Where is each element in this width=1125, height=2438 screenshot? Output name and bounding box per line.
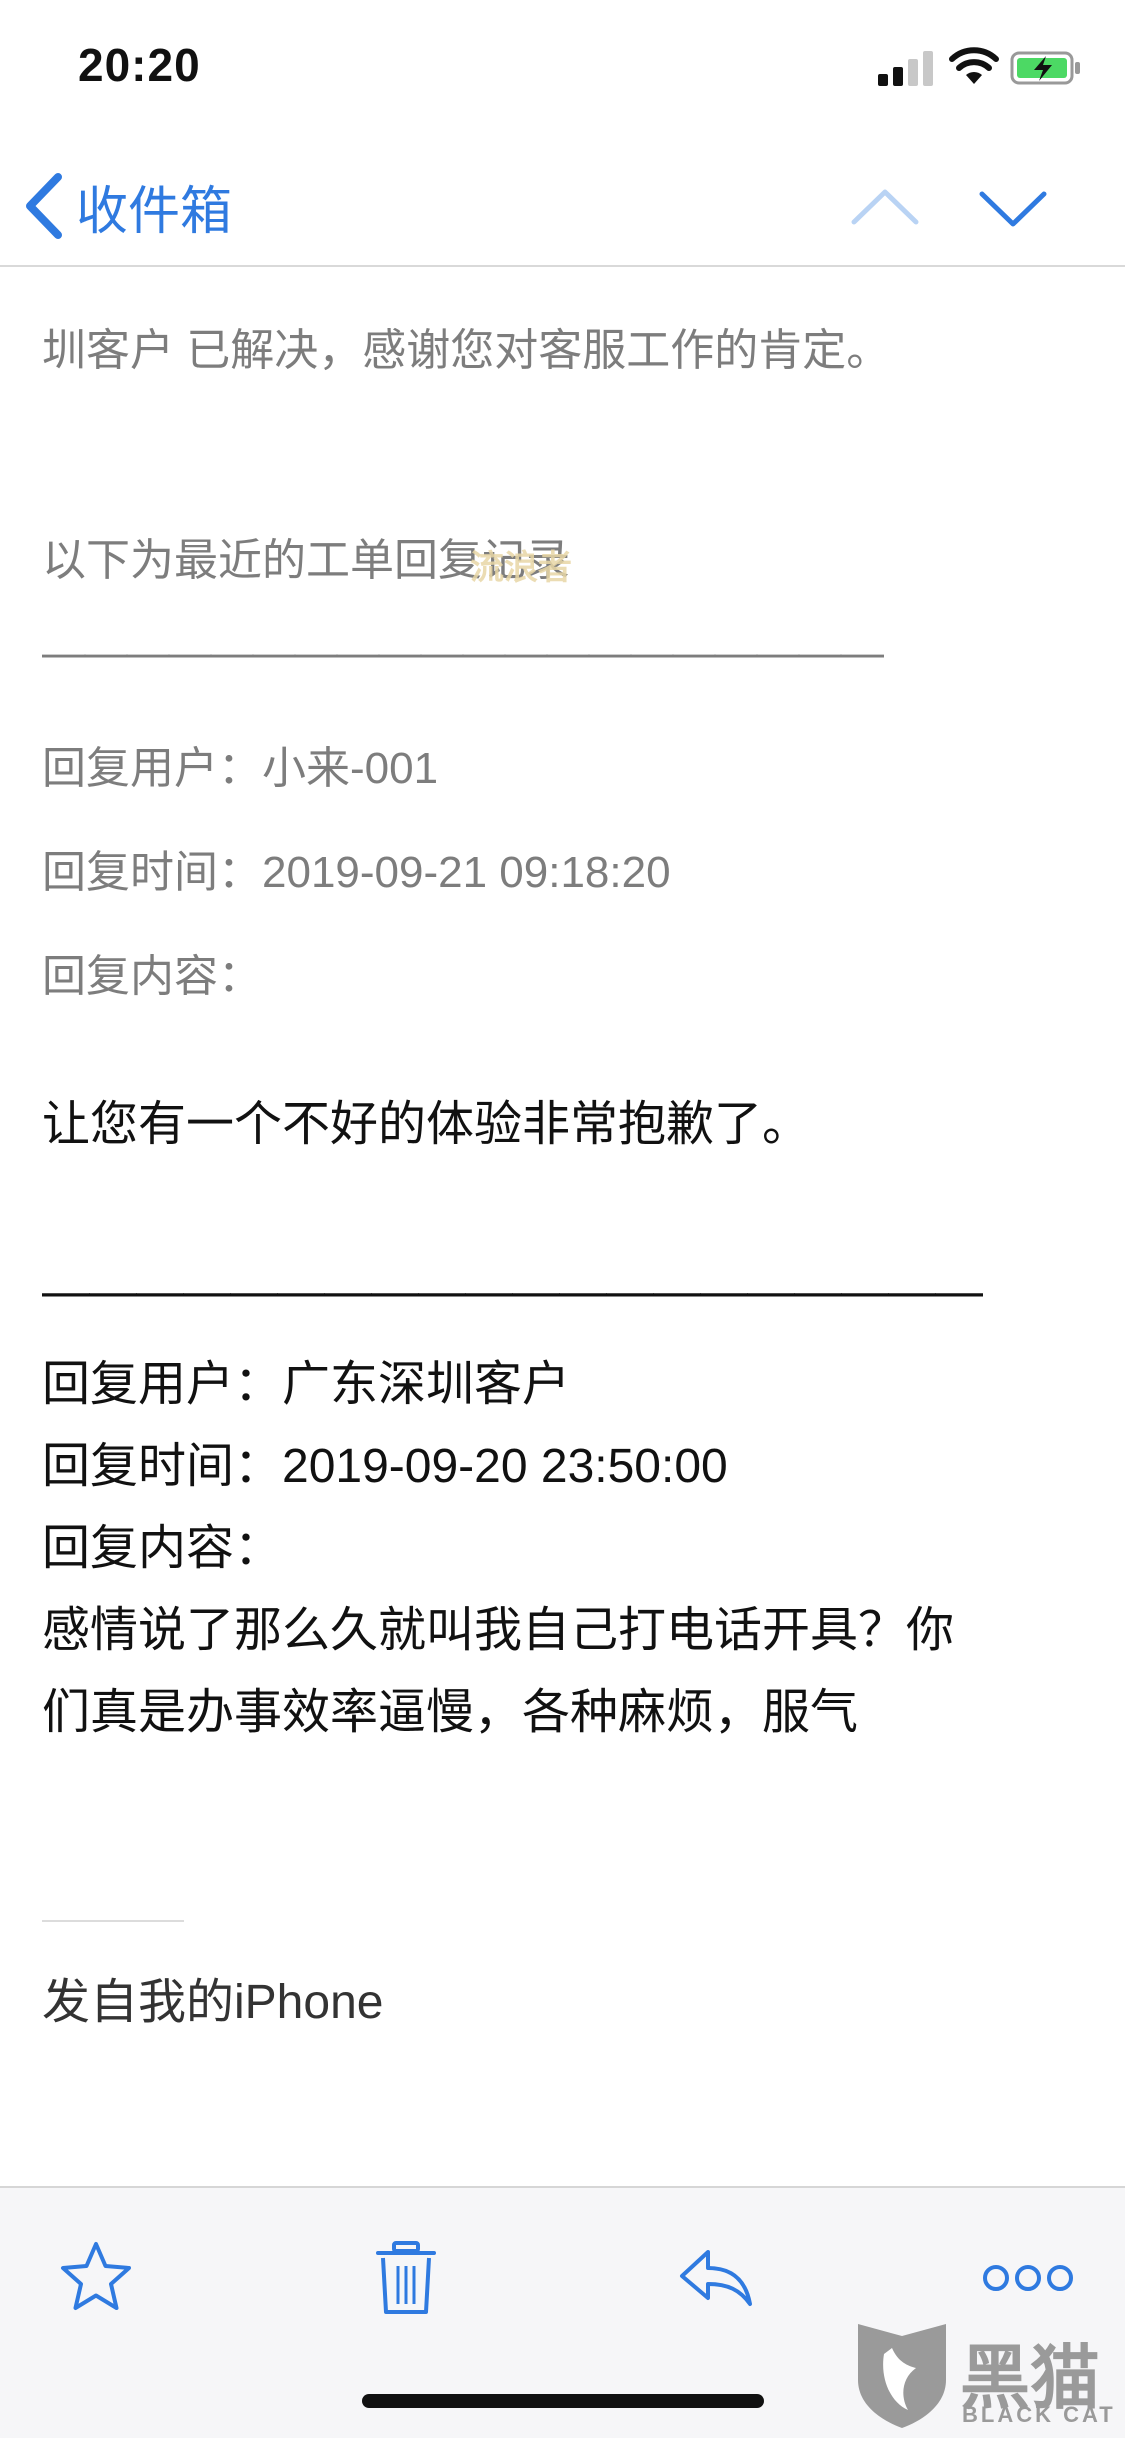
back-label: 收件箱 <box>76 182 233 241</box>
reply-1-content: 让您有一个不好的体验非常抱歉了。 <box>42 1098 811 1151</box>
reply-2-content-line: 感情说了那么久就叫我自己打电话开具？你 <box>42 1604 955 1657</box>
battery-charging-icon <box>1010 51 1080 85</box>
separator-line: ———————————————————— <box>42 1265 983 1318</box>
reply-2-time: 回复时间：2019-09-20 23:50:00 <box>42 1440 728 1493</box>
reply-2-content-line: 们真是办事效率逼慢，各种麻烦，服气 <box>42 1686 859 1739</box>
black-cat-logo: 黑猫 BLACK CAT <box>850 2318 1120 2430</box>
reply-1-content-label: 回复内容： <box>42 952 262 1001</box>
logo-en-text: BLACK CAT <box>962 2402 1116 2427</box>
signature-divider <box>42 1920 184 1922</box>
more-options-icon[interactable] <box>980 2238 1076 2318</box>
chevron-left-icon <box>26 173 62 239</box>
separator-line: ———————————————————— <box>42 628 884 677</box>
previous-message-chevron-up-icon[interactable] <box>850 178 920 238</box>
reply-arrow-icon[interactable] <box>676 2238 756 2318</box>
reply-1-time: 回复时间：2019-09-21 09:18:20 <box>42 848 671 897</box>
cat-shield-icon <box>858 2324 946 2428</box>
reply-2-user: 回复用户：广东深圳客户 <box>42 1358 571 1411</box>
cellular-signal-icon <box>878 51 933 86</box>
navigation-bar: 收件箱 <box>0 150 1125 267</box>
reply-1-user: 回复用户：小来-001 <box>42 744 439 793</box>
home-indicator <box>362 2394 764 2408</box>
resolved-line: 圳客户 已解决，感谢您对客服工作的肯定。 <box>42 326 891 375</box>
status-time: 20:20 <box>78 39 201 91</box>
reply-2-content-label: 回复内容： <box>42 1522 283 1575</box>
trash-icon[interactable] <box>366 2238 446 2318</box>
next-message-chevron-down-icon[interactable] <box>978 178 1048 238</box>
wifi-icon <box>949 47 999 84</box>
watermark: 流浪者 <box>470 549 572 587</box>
status-bar: 20:20 <box>0 0 1125 130</box>
signature: 发自我的iPhone <box>42 1976 384 2029</box>
star-flag-icon[interactable] <box>56 2238 136 2318</box>
back-to-inbox-button[interactable]: 收件箱 <box>24 164 232 248</box>
